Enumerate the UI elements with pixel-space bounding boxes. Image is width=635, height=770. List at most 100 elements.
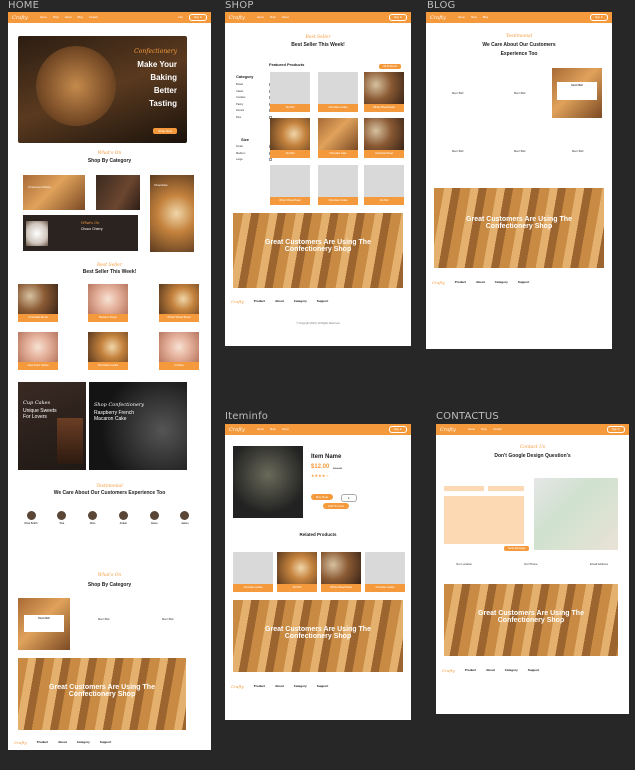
blog-item-2[interactable]: Merci Bell xyxy=(514,92,525,95)
testimonial-card: Amber xyxy=(110,511,136,525)
related-product-card[interactable]: Chocolate Cookie xyxy=(365,552,405,592)
shop-product-card[interactable]: Nut Roll xyxy=(364,165,404,205)
test-title: We Care About Our Customers Experience T… xyxy=(53,490,166,496)
cat-card-4[interactable]: What's On Choco Cherry xyxy=(23,215,138,251)
contact-nav-home[interactable]: Home xyxy=(468,428,475,431)
nav-blog[interactable]: Blog xyxy=(78,16,83,19)
shop-product-card[interactable]: Whole Wheat Bread xyxy=(364,72,404,112)
shop-category-item[interactable]: Bread xyxy=(236,83,272,86)
product-image xyxy=(364,118,404,150)
shop-category-item[interactable]: Cakes xyxy=(236,89,272,93)
cat-card-2[interactable] xyxy=(96,175,140,210)
blog-nav-logo[interactable]: Crafty xyxy=(430,15,446,21)
shop-all-products-button[interactable]: All Products xyxy=(379,64,401,69)
shop-nav-shop[interactable]: Shop xyxy=(270,16,276,19)
promo-macaron[interactable]: Shop Confectionery Raspberry French Maca… xyxy=(89,382,187,470)
contact-map[interactable] xyxy=(534,478,618,550)
nav-signin[interactable]: Sign In xyxy=(188,14,207,21)
product-label: Chocolate Cookie xyxy=(233,584,273,592)
home-best-card[interactable]: Lil Macs xyxy=(159,332,199,370)
shop-size-item[interactable]: Large xyxy=(236,158,272,161)
home-blog-card-2[interactable]: Merci Bell xyxy=(98,618,109,621)
blog-item-1[interactable]: Merci Bell xyxy=(452,92,463,95)
home-best-card[interactable]: Whole Wheat Bread xyxy=(159,284,199,322)
checkbox-icon[interactable] xyxy=(269,158,272,161)
blog-item-5[interactable]: Merci Bell xyxy=(514,150,525,153)
promo-cupcakes[interactable]: Cup Cakes Unique Sweets For Lovers xyxy=(18,382,86,470)
home-best-card[interactable]: Cake Pops Variety xyxy=(18,332,58,370)
contact-nav-signin[interactable]: Sign In xyxy=(606,426,625,433)
item-nav-signin[interactable]: Sign In xyxy=(388,426,407,433)
shop-footer-logo: Crafty xyxy=(231,299,244,304)
home-best-card[interactable]: Chocolate Cookie xyxy=(88,332,128,370)
home-footer-col-1: Product xyxy=(36,740,49,744)
item-nav-about[interactable]: About xyxy=(282,428,289,431)
contact-send-button[interactable]: Send Message xyxy=(504,546,530,551)
home-blog-image[interactable]: Merci Bell xyxy=(18,598,70,650)
blog-nav-shop[interactable]: Shop xyxy=(471,16,477,19)
shop-category-item[interactable]: Donuts xyxy=(236,109,272,112)
contact-email-field[interactable] xyxy=(488,486,524,491)
home-footer-col-3: Category xyxy=(76,740,90,744)
shop-size-title: Size xyxy=(241,137,250,142)
contact-nav-shop[interactable]: Shop xyxy=(481,428,487,431)
blog-nav-blog[interactable]: Blog xyxy=(483,16,488,19)
shop-product-card[interactable]: Whole Wheat Bread xyxy=(270,165,310,205)
home-blog-card-3[interactable]: Merci Bell xyxy=(162,618,173,621)
blog-item-6[interactable]: Merci Bell xyxy=(572,150,583,153)
shop-product-card[interactable]: Chocolate Bread xyxy=(364,118,404,158)
related-product-card[interactable]: Whole Wheat Bread xyxy=(321,552,361,592)
product-image xyxy=(88,332,128,362)
blog-item-3-card[interactable]: Merci Bell xyxy=(552,68,602,118)
contact-nav-logo[interactable]: Crafty xyxy=(440,427,456,433)
shop-category-item[interactable]: Pies xyxy=(236,115,272,119)
related-product-card[interactable]: Nut Roll xyxy=(277,552,317,592)
item-cart-button[interactable]: Add To Cart xyxy=(323,503,349,509)
shop-nav-about[interactable]: About xyxy=(282,16,289,19)
blog-item-4[interactable]: Merci Bell xyxy=(452,150,463,153)
shop-product-card[interactable]: Chocolate Cake xyxy=(318,118,358,158)
related-product-card[interactable]: Chocolate Cookie xyxy=(233,552,273,592)
blog-nav-home[interactable]: Home xyxy=(458,16,465,19)
product-label: Chocolate Bread xyxy=(364,150,404,158)
nav-logo[interactable]: Crafty xyxy=(12,15,28,21)
shop-product-card[interactable]: Nut Roll xyxy=(270,118,310,158)
cat-card-1[interactable]: Cinnamon Pastry xyxy=(23,175,85,210)
product-label: Chocolate Cookie xyxy=(88,362,128,370)
contact-nav-contact[interactable]: Contact xyxy=(493,428,502,431)
shop-size-item[interactable]: Small xyxy=(236,145,272,148)
shop-product-card[interactable]: Nut Roll xyxy=(270,72,310,112)
label-iteminfo: Iteminfo xyxy=(225,411,269,422)
shop-product-card[interactable]: Chocolate Cookie xyxy=(318,165,358,205)
nav-cart[interactable]: Cart xyxy=(178,16,183,19)
item-nav-shop[interactable]: Shop xyxy=(270,428,276,431)
shop-size-item[interactable]: Medium xyxy=(236,151,272,155)
shop-size-item-label: Medium xyxy=(236,151,246,155)
cat-card-3[interactable]: Chocolate xyxy=(150,175,194,252)
shop-nav-signin[interactable]: Sign In xyxy=(388,14,407,21)
home-best-card[interactable]: Chocolate Bundt xyxy=(18,284,58,322)
item-buy-button[interactable]: Buy Now xyxy=(311,494,334,500)
blog-nav-signin[interactable]: Sign In xyxy=(589,14,608,21)
nav-contact[interactable]: Contact xyxy=(89,16,98,19)
shop-nav-logo[interactable]: Crafty xyxy=(229,15,245,21)
item-qty-stepper[interactable]: 1 xyxy=(341,494,357,502)
nav-about[interactable]: About xyxy=(65,16,72,19)
item-price: $12.00 xyxy=(311,464,330,470)
shop-category-item[interactable]: Pastry xyxy=(236,102,272,106)
contact-name-field[interactable] xyxy=(444,486,484,491)
product-label: Nut Roll xyxy=(364,197,404,205)
hero-shop-button[interactable]: Shop Now xyxy=(153,128,177,134)
shop-product-card[interactable]: Chocolate Cookie xyxy=(318,72,358,112)
home-banner-text: Great Customers Are Using The Confection… xyxy=(49,684,155,698)
nav-home[interactable]: Home xyxy=(40,16,47,19)
blog-page-script: Testimonial xyxy=(505,34,533,39)
shop-nav-home[interactable]: Home xyxy=(257,16,264,19)
nav-shop[interactable]: Shop xyxy=(53,16,59,19)
avatar xyxy=(88,511,98,520)
contact-message-field[interactable] xyxy=(444,496,524,544)
item-nav-logo[interactable]: Crafty xyxy=(229,427,245,433)
home-best-card[interactable]: Macaron Drops xyxy=(88,284,128,322)
shop-category-item[interactable]: Cookies xyxy=(236,96,272,99)
item-nav-home[interactable]: Home xyxy=(257,428,264,431)
